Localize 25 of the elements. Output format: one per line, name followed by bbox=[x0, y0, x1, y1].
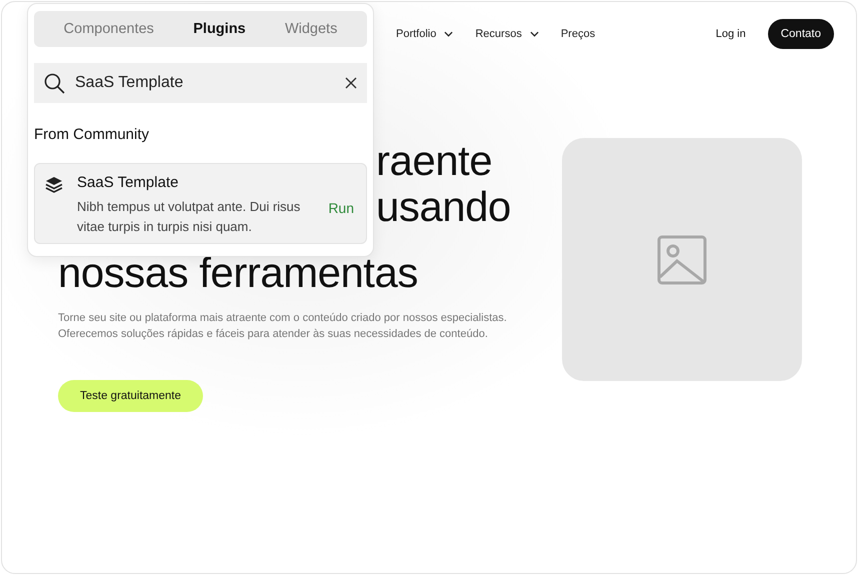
search-icon bbox=[44, 72, 65, 94]
search-field[interactable]: SaaS Template bbox=[34, 63, 367, 103]
section-heading: From Community bbox=[34, 126, 150, 143]
result-description: Nibh tempus ut volutpat ante. Dui risus vitae turpis in turpis nisi quam. bbox=[77, 198, 302, 236]
hero-heading: nossas ferramentas bbox=[58, 250, 419, 296]
free-trial-button[interactable]: Teste gratuitamente bbox=[58, 380, 204, 412]
hero-heading: usando bbox=[376, 184, 512, 230]
tab[interactable]: Plugins bbox=[187, 17, 252, 41]
nav-link[interactable]: Recursos bbox=[475, 28, 539, 40]
nav-link[interactable]: Preços bbox=[560, 28, 596, 40]
login-link[interactable]: Log in bbox=[716, 28, 746, 40]
result-card[interactable]: SaaS Template Nibh tempus ut volutpat ante. Dui risus vitae turpis in turpis nisi quam. Run bbox=[34, 163, 367, 244]
layers-icon bbox=[45, 176, 63, 193]
contact-button[interactable]: Contato bbox=[768, 19, 834, 49]
tab[interactable]: Widgets bbox=[278, 17, 344, 41]
result-title: SaaS Template bbox=[77, 174, 180, 191]
hero-description: Torne seu site ou plataforma mais atraente com o conteúdo criado por nossos especialistas. Oferecemos soluções rápidas e fáceis para atender às suas necessidades de conteúdo. bbox=[58, 311, 508, 342]
tab[interactable]: Componentes bbox=[58, 17, 160, 41]
nav-link[interactable]: Portfolio bbox=[396, 28, 454, 40]
run-link[interactable]: Run bbox=[328, 200, 354, 216]
chevron-down-icon bbox=[444, 31, 454, 37]
hero-heading: raente bbox=[376, 138, 494, 184]
close-icon[interactable] bbox=[345, 77, 357, 89]
chevron-down-icon bbox=[530, 31, 539, 37]
image-icon bbox=[657, 234, 707, 284]
